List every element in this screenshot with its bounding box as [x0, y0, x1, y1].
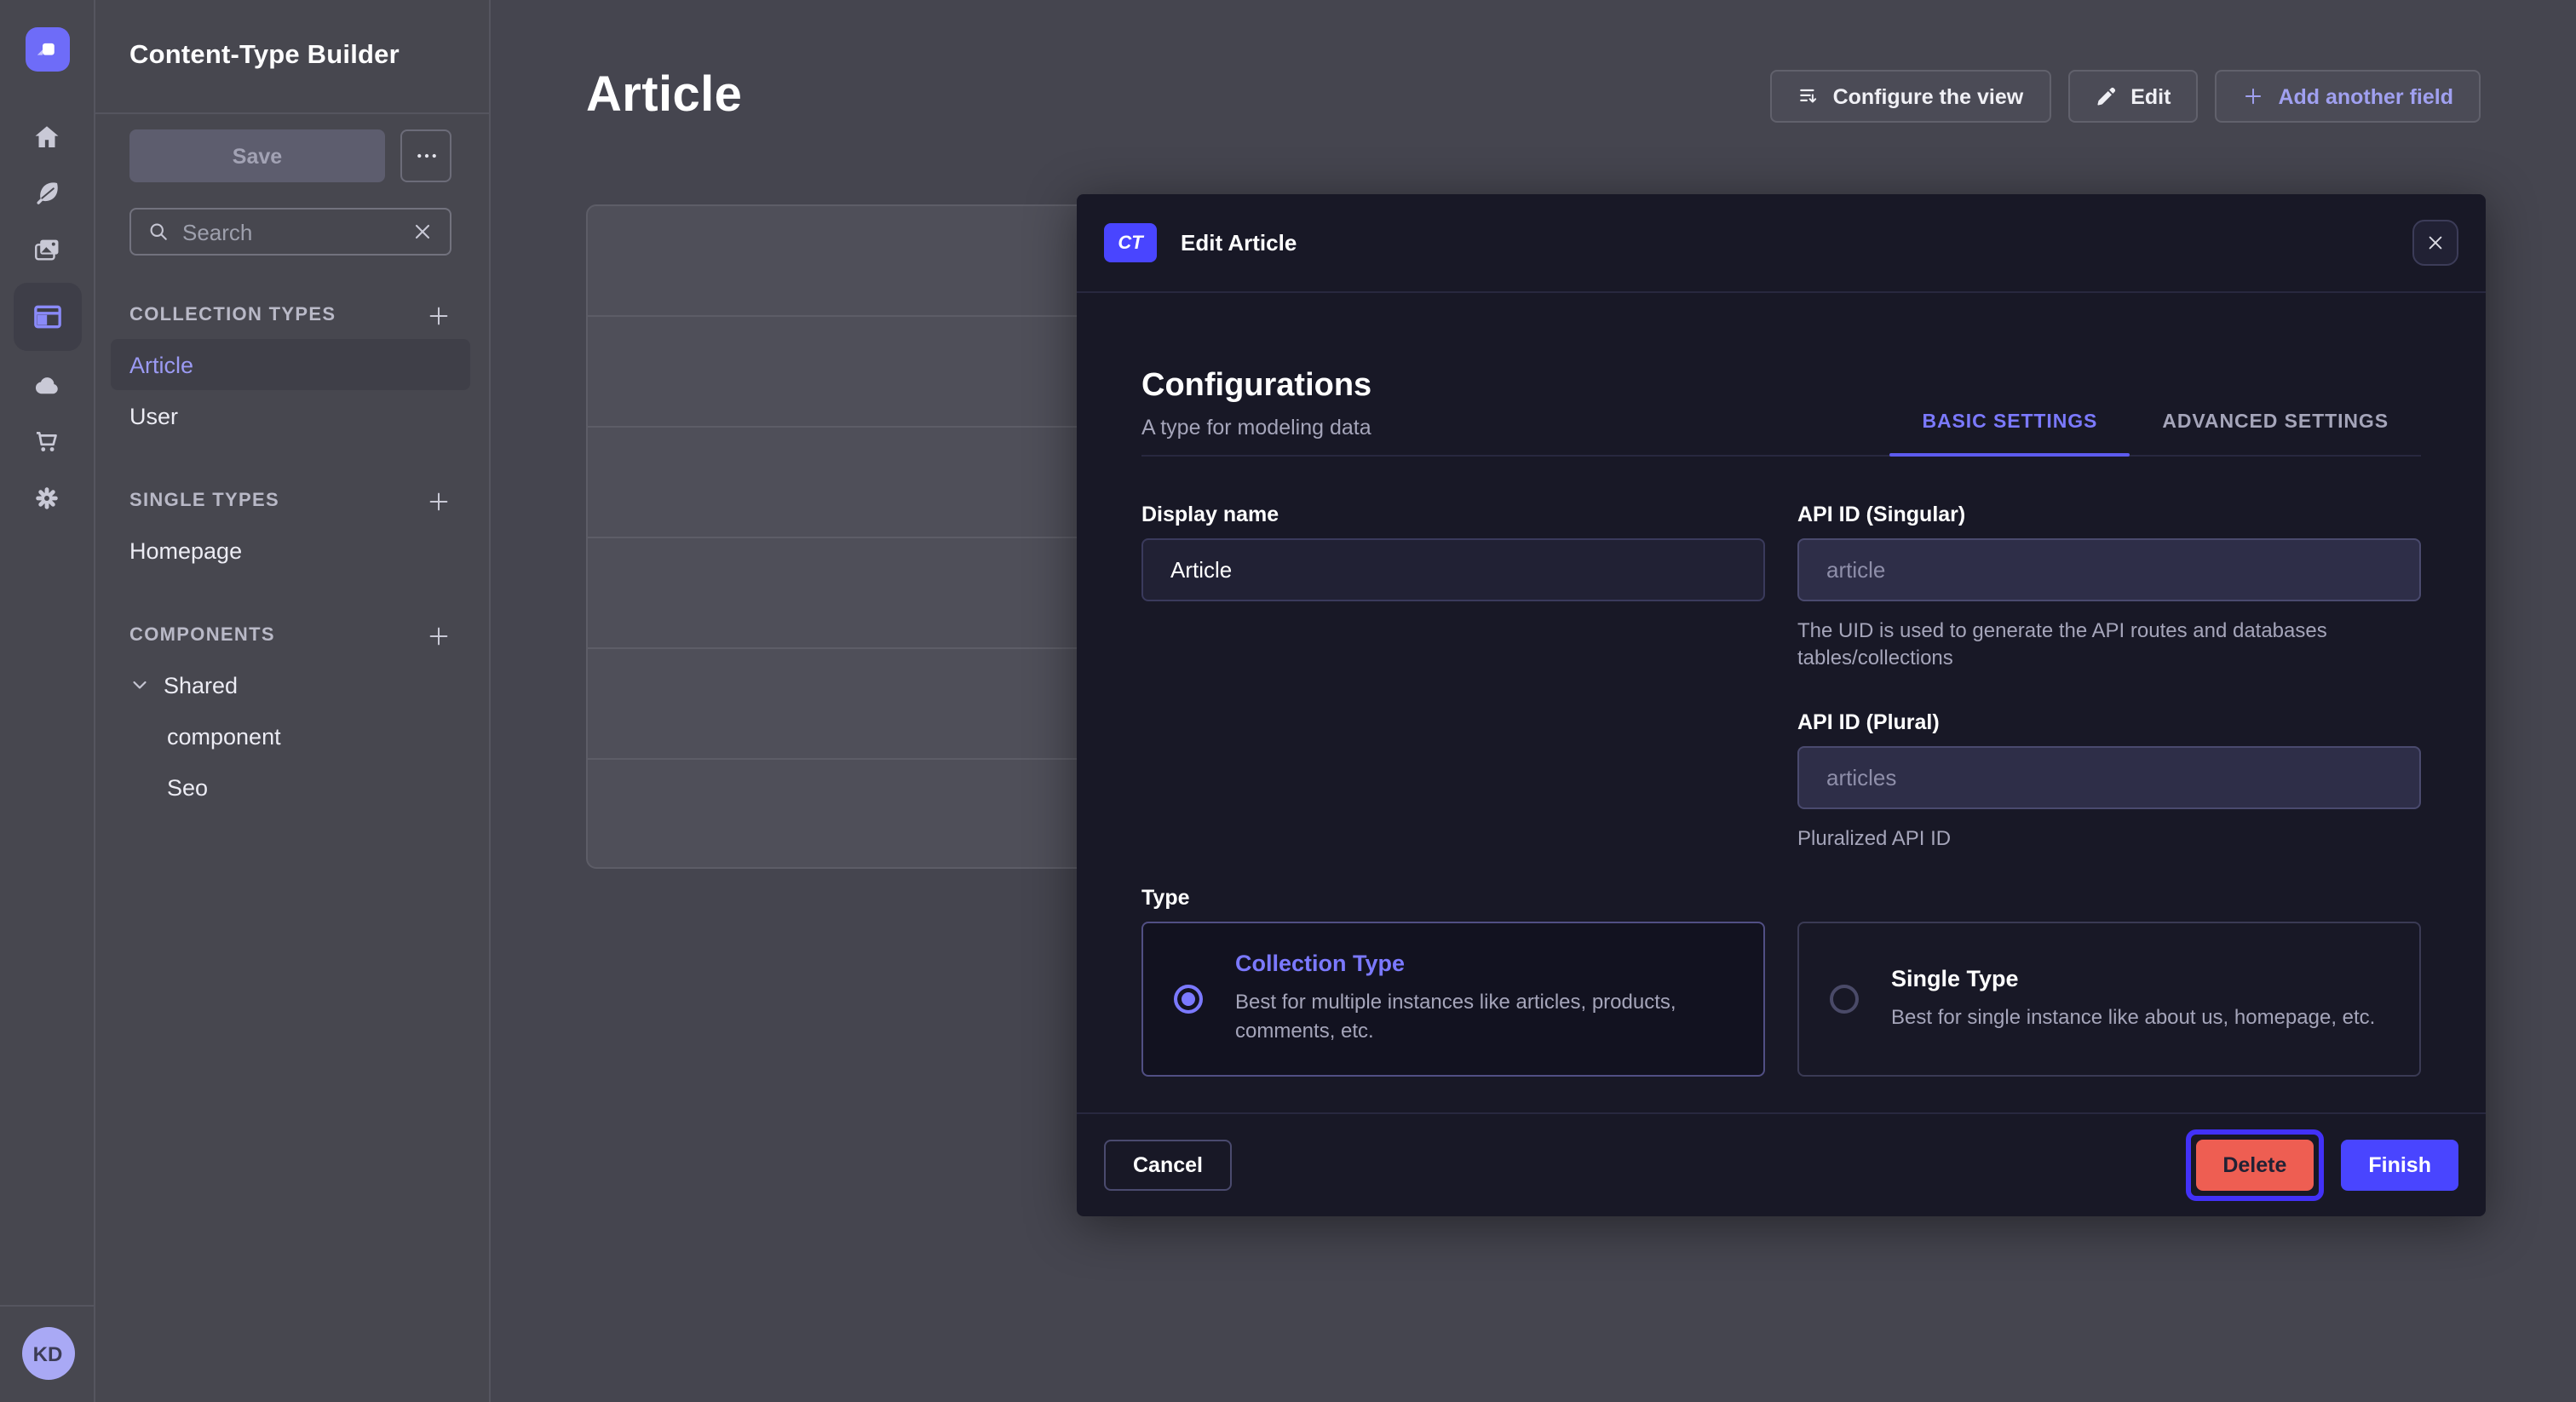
sidebar-body: Save COLLECTION TYP [95, 114, 489, 813]
marketplace-cart-icon[interactable] [25, 419, 69, 463]
sidebar: Content-Type Builder Save [95, 0, 491, 1402]
add-another-field-label: Add another field [2278, 84, 2453, 108]
plus-icon [426, 302, 451, 328]
edit-label: Edit [2130, 84, 2171, 108]
tab-advanced-settings[interactable]: ADVANCED SETTINGS [2130, 412, 2421, 455]
configurations-subheading: A type for modeling data [1141, 416, 1371, 455]
avatar[interactable]: KD [21, 1327, 74, 1380]
app-root: KD Content-Type Builder Save [0, 0, 2576, 1402]
edit-article-modal: CT Edit Article Configurations A type fo… [1077, 194, 2486, 1216]
pencil-icon [2095, 85, 2117, 107]
save-button[interactable]: Save [129, 129, 385, 182]
search-box [129, 208, 451, 256]
cloud-icon[interactable] [25, 363, 69, 407]
radio-selected-icon[interactable] [1174, 984, 1203, 1013]
single-type-title: Single Type [1891, 965, 2375, 991]
more-options-button[interactable] [400, 129, 451, 182]
single-type-description: Best for single instance like about us, … [1891, 1003, 2375, 1031]
plus-icon [2242, 85, 2264, 107]
components-heading: COMPONENTS [129, 625, 275, 646]
api-id-singular-label: API ID (Singular) [1797, 503, 2421, 526]
delete-button[interactable]: Delete [2195, 1140, 2314, 1191]
type-section: Type Collection Type Best for multiple i… [1141, 885, 2421, 1076]
header-actions: Configure the view Edit Add another fiel… [1770, 70, 2481, 123]
page-header: Article Configure the view Edit [491, 0, 2576, 124]
configurations-header: Configurations A type for modeling data … [1141, 368, 2421, 457]
add-component-button[interactable] [426, 623, 451, 648]
modal-footer: Cancel Delete Finish [1077, 1112, 2486, 1216]
sidebar-item-article[interactable]: Article [111, 339, 470, 390]
content-type-badge: CT [1104, 223, 1157, 262]
nav-rail: KD [0, 0, 95, 1402]
radio-icon[interactable] [1830, 984, 1859, 1013]
sidebar-item-homepage[interactable]: Homepage [111, 525, 470, 576]
configurations-heading: Configurations [1141, 368, 1371, 405]
collection-type-description: Best for multiple instances like article… [1235, 989, 1733, 1046]
add-collection-type-button[interactable] [426, 302, 451, 328]
close-icon [2426, 233, 2445, 252]
api-id-plural-hint: Pluralized API ID [1797, 825, 2421, 853]
search-icon [147, 220, 170, 244]
strapi-logo[interactable] [25, 27, 69, 72]
modal-body: Configurations A type for modeling data … [1077, 293, 2486, 1076]
search-input[interactable] [182, 219, 399, 244]
collection-type-title: Collection Type [1235, 951, 1733, 977]
api-id-singular-input[interactable] [1797, 538, 2421, 601]
sidebar-header: Content-Type Builder [95, 0, 489, 114]
api-id-singular-field: API ID (Singular) The UID is used to gen… [1797, 503, 2421, 672]
display-name-input[interactable] [1141, 538, 1765, 601]
page-title: Article [586, 68, 742, 124]
clear-search-button[interactable] [411, 220, 434, 244]
sidebar-item-seo[interactable]: Seo [129, 761, 451, 813]
sidebar-group-shared[interactable]: Shared [129, 659, 451, 710]
ellipsis-icon [413, 143, 439, 169]
edit-button[interactable]: Edit [2067, 70, 2198, 123]
add-single-type-button[interactable] [426, 488, 451, 514]
settings-gear-icon[interactable] [25, 475, 69, 520]
plus-icon [426, 488, 451, 514]
configure-view-button[interactable]: Configure the view [1770, 70, 2051, 123]
display-name-label: Display name [1141, 503, 1765, 526]
api-id-plural-label: API ID (Plural) [1797, 711, 2421, 735]
rail-icon-list [13, 114, 81, 520]
modal-close-button[interactable] [2412, 220, 2458, 266]
collection-types-heading: COLLECTION TYPES [129, 305, 336, 325]
settings-form: Display name API ID (Singular) The UID i… [1141, 503, 2421, 853]
configure-view-icon [1797, 85, 1820, 107]
home-icon[interactable] [25, 114, 69, 158]
settings-tabs: BASIC SETTINGS ADVANCED SETTINGS [1889, 412, 2421, 455]
single-type-option[interactable]: Single Type Best for single instance lik… [1797, 921, 2421, 1076]
api-id-plural-field: API ID (Plural) Pluralized API ID [1797, 711, 2421, 853]
collection-type-option[interactable]: Collection Type Best for multiple instan… [1141, 921, 1765, 1076]
display-name-field: Display name [1141, 503, 1765, 853]
finish-button[interactable]: Finish [2341, 1140, 2458, 1191]
api-id-plural-input[interactable] [1797, 747, 2421, 810]
type-label: Type [1141, 885, 2421, 909]
sidebar-item-component[interactable]: component [129, 710, 451, 761]
tab-basic-settings[interactable]: BASIC SETTINGS [1889, 412, 2130, 455]
modal-title: Edit Article [1181, 230, 1297, 256]
close-icon [411, 220, 434, 244]
plus-icon [426, 623, 451, 648]
sidebar-item-user[interactable]: User [111, 390, 470, 441]
rail-footer: KD [0, 1305, 95, 1402]
api-id-column: API ID (Singular) The UID is used to gen… [1797, 503, 2421, 853]
chevron-down-icon [129, 675, 150, 695]
strapi-logo-icon [34, 37, 60, 62]
api-id-singular-hint: The UID is used to generate the API rout… [1797, 617, 2421, 672]
configure-view-label: Configure the view [1833, 84, 2024, 108]
modal-header: CT Edit Article [1077, 194, 2486, 293]
media-library-icon[interactable] [25, 227, 69, 271]
content-manager-feather-icon[interactable] [25, 170, 69, 215]
add-another-field-button[interactable]: Add another field [2215, 70, 2481, 123]
main-content: Article Configure the view Edit [491, 0, 2576, 1402]
single-types-heading: SINGLE TYPES [129, 491, 279, 511]
cancel-button[interactable]: Cancel [1104, 1140, 1232, 1191]
annotation-highlight: Delete [2185, 1129, 2324, 1201]
sidebar-group-label: Shared [164, 672, 238, 698]
plugin-title: Content-Type Builder [129, 41, 400, 72]
content-type-builder-icon[interactable] [13, 283, 81, 351]
